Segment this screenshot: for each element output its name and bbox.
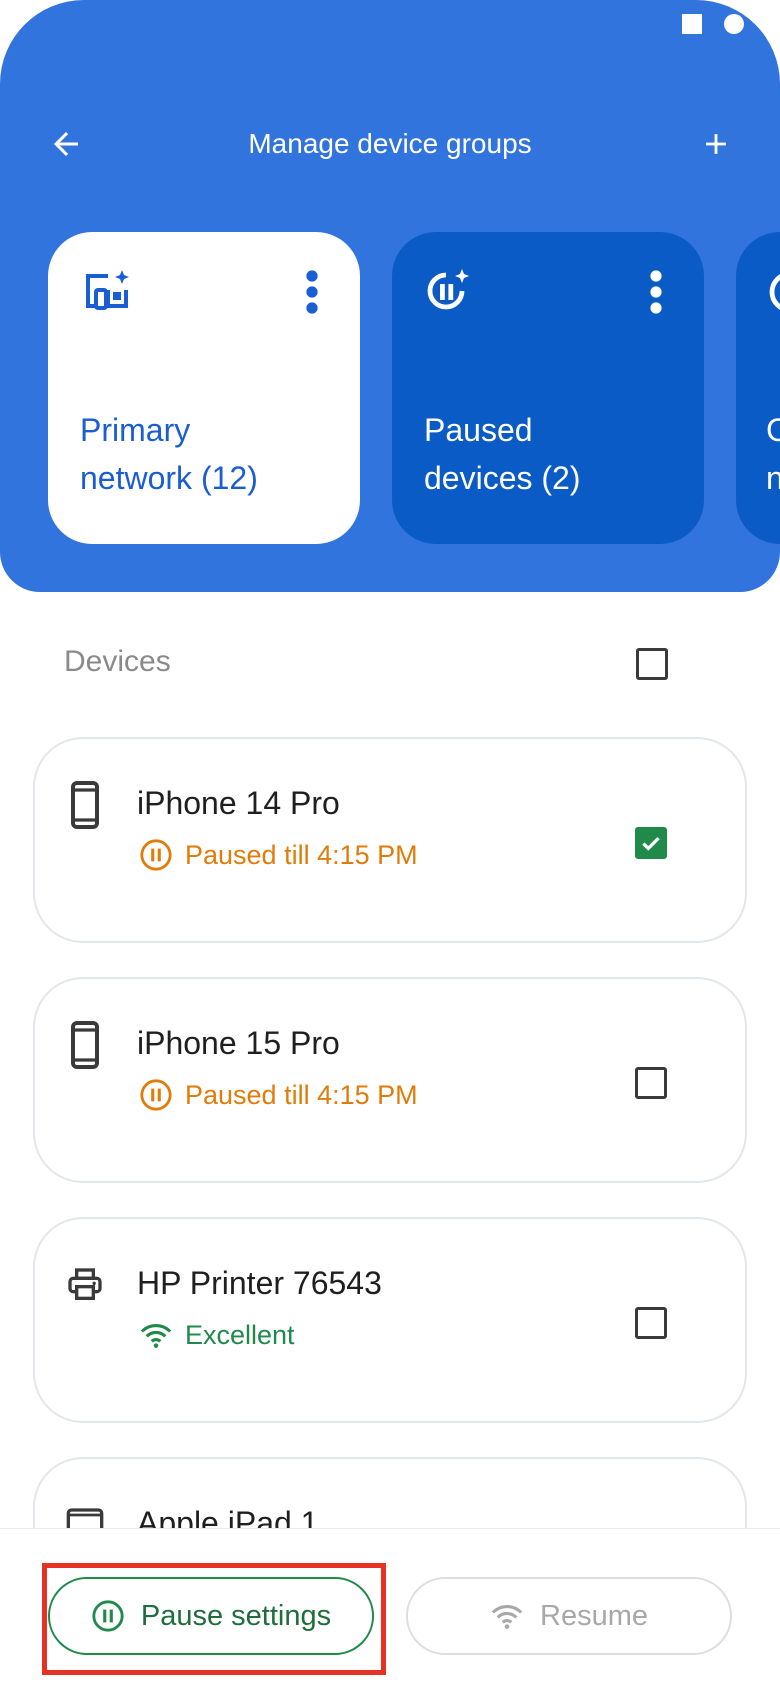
device-checkbox[interactable] [635,827,667,859]
device-card[interactable]: iPhone 14 Pro Paused till 4:15 PM [33,737,747,943]
device-name: iPhone 14 Pro [137,785,340,821]
check-icon [642,836,660,851]
pause-circle-icon [140,1079,172,1111]
printer-icon [68,1268,102,1300]
status-bar-icons [670,12,780,36]
device-status: Excellent [139,1315,295,1355]
group-label-line1: C [766,412,780,448]
add-group-button[interactable] [690,118,742,170]
device-name: HP Printer 76543 [137,1265,382,1301]
resume-button[interactable]: Resume [406,1577,732,1655]
device-card[interactable]: HP Printer 76543 Excellent [33,1217,747,1423]
more-vert-icon[interactable] [300,270,324,314]
pause-circle-icon [140,839,172,871]
device-card[interactable]: iPhone 15 Pro Paused till 4:15 PM [33,977,747,1183]
devices-section-title: Devices [64,645,171,678]
wifi-icon [140,1324,172,1348]
header: Manage device groups Primary network (12… [0,0,780,592]
resume-label: Resume [540,1599,648,1632]
plus-icon [706,134,726,154]
group-label-line1: Primary [80,412,191,448]
device-status-text: Paused till 4:15 PM [185,839,418,870]
group-label: Primary network (12) [80,406,330,502]
group-card-partial[interactable]: C n [736,232,780,544]
status-circle-icon [724,14,744,34]
device-name: iPhone 15 Pro [137,1025,340,1061]
group-label: C n [766,406,780,502]
device-checkbox[interactable] [635,1067,667,1099]
group-label-line2: network (12) [80,460,258,496]
device-group-sparkle-icon [86,270,129,310]
more-vert-icon[interactable] [644,270,668,314]
phone-icon [71,781,99,829]
page-title: Manage device groups [248,128,532,159]
signal-icon [764,16,780,32]
device-checkbox[interactable] [635,1307,667,1339]
device-status-text: Excellent [185,1319,295,1350]
group-card-primary-network[interactable]: Primary network (12) [48,232,360,544]
group-label-line2: devices (2) [424,460,581,496]
group-label-line2: n [766,460,780,496]
pause-sparkle-icon [427,269,469,310]
select-all-checkbox[interactable] [636,648,668,680]
device-status-text: Paused till 4:15 PM [185,1079,418,1110]
device-status: Paused till 4:15 PM [139,835,418,875]
arrow-back-icon [54,132,78,156]
phone-icon [71,1021,99,1069]
notification-icon [682,14,702,34]
back-button[interactable] [40,118,92,170]
group-label-line1: Paused [424,412,533,448]
group-card-paused-devices[interactable]: Paused devices (2) [392,232,704,544]
wifi-icon [491,1605,523,1629]
partial-group-icon [769,274,780,310]
device-status: Paused till 4:15 PM [139,1075,418,1115]
highlight-box [42,1563,386,1675]
group-label: Paused devices (2) [424,406,674,502]
